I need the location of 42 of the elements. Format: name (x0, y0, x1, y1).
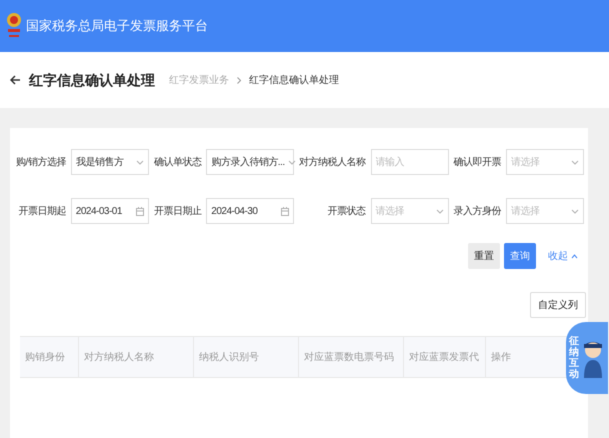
collapse-link[interactable]: 收起 (548, 248, 578, 264)
column-header: 对应蓝票数电票号码 (304, 350, 394, 364)
chevron-down-icon (288, 160, 296, 164)
date-field[interactable]: 2024-04-30 (206, 198, 294, 224)
chevron-down-icon (571, 208, 579, 214)
platform-title: 国家税务总局电子发票服务平台 (26, 17, 208, 36)
column-header: 购销身份 (25, 350, 65, 364)
back-arrow-icon[interactable] (10, 75, 21, 85)
breadcrumb-item[interactable]: 红字发票业务 (169, 72, 229, 88)
select-field[interactable]: 请选择 (506, 149, 584, 175)
field-label: 开票日期起 (18, 204, 66, 218)
assistant-widget[interactable]: 征纳互动 (566, 322, 608, 394)
chevron-down-icon (571, 160, 579, 164)
column-header: 对方纳税人名称 (84, 350, 154, 364)
calendar-icon (136, 206, 144, 216)
reset-button[interactable]: 重置 (468, 243, 500, 269)
chevron-right-icon (237, 76, 241, 84)
field-label: 开票日期止 (154, 204, 202, 218)
field-label: 确认单状态 (154, 156, 202, 170)
search-button[interactable]: 查询 (504, 243, 536, 269)
custom-columns-button[interactable]: 自定义列 (530, 292, 586, 318)
chevron-up-icon (571, 254, 578, 258)
field-label: 对方纳税人名称 (299, 156, 366, 170)
select-field[interactable]: 我是销售方 (70, 149, 149, 175)
select-field[interactable]: 请选择 (506, 198, 584, 224)
page-title: 红字信息确认单处理 (29, 70, 155, 90)
column-header: 对应蓝票发票代 (409, 350, 479, 364)
breadcrumb-item: 红字信息确认单处理 (249, 74, 339, 88)
assistant-label: 征纳互动 (569, 336, 579, 380)
column-header: 纳税人识别号 (199, 350, 259, 364)
calendar-icon (281, 206, 289, 216)
date-field[interactable]: 2024-03-01 (70, 198, 149, 224)
select-field[interactable]: 请选择 (370, 198, 448, 224)
chevron-down-icon (436, 208, 444, 214)
field-label: 录入方身份 (454, 204, 501, 218)
input-field[interactable]: 请输入 (370, 149, 448, 175)
field-label: 确认即开票 (454, 156, 501, 170)
column-header: 操作 (491, 350, 511, 364)
field-label: 购/销方选择 (16, 156, 66, 170)
field-label: 开票状态 (328, 204, 366, 218)
chevron-down-icon (136, 160, 144, 164)
select-field[interactable]: 购方录入待销方... (206, 149, 294, 175)
